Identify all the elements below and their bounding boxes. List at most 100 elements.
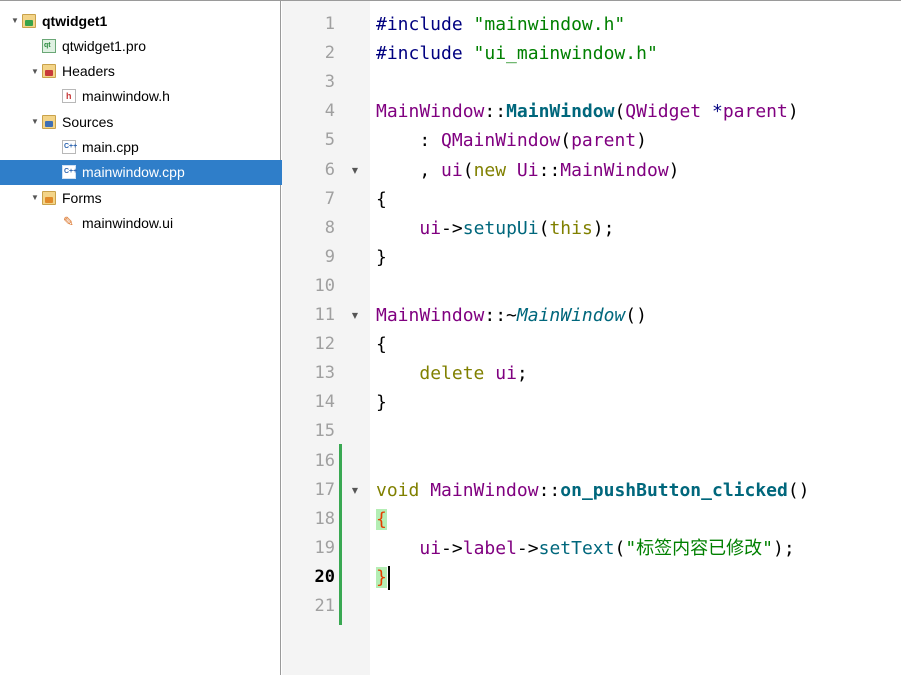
code-token: ; (516, 363, 528, 385)
line-number: 18 (314, 508, 335, 529)
code-line[interactable]: MainWindow::~MainWindow() (376, 301, 647, 330)
code-token: MainWindow (376, 101, 485, 123)
tree-item-qtwidget1-pro[interactable]: qt qtwidget1.pro (0, 33, 308, 58)
code-line[interactable]: ui->setupUi(this); (376, 214, 614, 243)
code-token: this (549, 217, 593, 239)
code-token: ) (668, 159, 680, 181)
line-number: 19 (314, 537, 335, 558)
line-number: 9 (324, 246, 335, 267)
code-line[interactable]: { (376, 185, 387, 214)
tree-item-label: qtwidget1 (42, 12, 108, 29)
code-token: setupUi (462, 217, 539, 239)
code-token: on_pushButton_clicked (560, 479, 788, 501)
expand-arrow-icon[interactable]: ▼ (28, 117, 42, 126)
code-line[interactable]: { (376, 505, 387, 534)
tree-item-headers[interactable]: ▼ Headers (0, 59, 308, 84)
tree-item-forms[interactable]: ▼ Forms (0, 185, 308, 210)
code-token: () (787, 479, 810, 501)
code-line[interactable]: : QMainWindow(parent) (376, 126, 647, 155)
code-token: ( (614, 101, 626, 123)
code-token: :: (538, 159, 561, 181)
code-token: parent (722, 101, 788, 123)
code-token: parent (571, 130, 637, 152)
code-token: ::~ (484, 305, 517, 326)
text-cursor (387, 565, 390, 590)
code-line[interactable]: , ui(new Ui::MainWindow) (376, 156, 680, 185)
tree-item-qtwidget1[interactable]: ▼ qtwidget1 (0, 8, 288, 33)
code-token: ) (636, 130, 647, 152)
code-line[interactable]: } (376, 388, 387, 417)
project-folder-icon (22, 13, 36, 28)
line-number: 11 (314, 305, 335, 325)
code-token: Ui (516, 159, 539, 181)
tree-item-mainwindow-ui[interactable]: ✎ mainwindow.ui (0, 210, 328, 235)
code-token: "ui_mainwindow.h" (473, 43, 658, 65)
expand-arrow-icon[interactable]: ▼ (28, 193, 42, 202)
code-token: MainWindow (560, 159, 669, 181)
code-line[interactable]: } (376, 563, 390, 592)
code-token: #include (376, 43, 474, 65)
tree-item-label: Forms (62, 189, 102, 206)
line-number: 14 (314, 392, 335, 413)
code-token: () (625, 305, 647, 326)
line-number: 21 (314, 596, 335, 616)
project-tree[interactable]: ▼ qtwidget1 qt qtwidget1.pro ▼ Headers h mainwi… (0, 0, 328, 675)
pro-file-icon: qt (42, 38, 56, 53)
code-token: MainWindow (376, 305, 485, 326)
code-line[interactable]: delete ui; (376, 359, 528, 388)
top-border (0, 0, 901, 1)
line-number: 6 (324, 159, 335, 180)
code-token: setText (538, 537, 615, 559)
tree-item-label: Headers (62, 63, 115, 80)
ui-file-icon: ✎ (62, 215, 76, 230)
code-token: -> (516, 537, 539, 559)
code-line[interactable]: MainWindow::MainWindow(QWidget *parent) (376, 97, 799, 126)
code-token: #include (376, 14, 474, 35)
code-token: MainWindow (430, 479, 539, 501)
forms-folder-icon (42, 190, 56, 205)
code-token: QMainWindow (441, 130, 561, 152)
code-line[interactable]: #include "mainwindow.h" (376, 10, 625, 39)
expand-arrow-icon[interactable]: ▼ (28, 67, 42, 76)
headers-folder-icon (42, 64, 56, 79)
tree-item-label: mainwindow.ui (82, 214, 174, 231)
code-token: } (376, 392, 387, 414)
code-token: ( (560, 130, 572, 152)
fold-arrow-icon[interactable]: ▼ (349, 301, 361, 330)
tree-item-main-cpp[interactable]: C++ main.cpp (0, 135, 328, 160)
code-token: ); (773, 537, 795, 559)
code-line[interactable]: #include "ui_mainwindow.h" (376, 39, 658, 68)
code-token: MainWindow (516, 305, 626, 326)
code-token: ) (787, 101, 799, 123)
code-token: void (376, 479, 420, 501)
code-token: delete (419, 363, 485, 385)
fold-arrow-icon[interactable]: ▼ (349, 476, 361, 505)
code-token: "标签内容已修改" (625, 537, 773, 559)
expand-arrow-icon[interactable]: ▼ (8, 16, 22, 25)
line-number: 8 (324, 217, 335, 238)
code-token: -> (441, 217, 463, 239)
line-number: 4 (324, 101, 335, 122)
tree-item-sources[interactable]: ▼ Sources (0, 109, 308, 134)
fold-arrow-icon[interactable]: ▼ (349, 156, 361, 185)
line-number: 10 (314, 275, 335, 296)
code-line[interactable]: ui->label->setText("标签内容已修改"); (376, 534, 795, 563)
line-number: 20 (314, 566, 335, 587)
code-token: ui (419, 217, 442, 239)
code-token: ui (495, 363, 517, 385)
code-line[interactable]: { (376, 330, 387, 359)
line-number: 2 (324, 43, 335, 64)
change-marker (339, 444, 342, 625)
tree-item-mainwindow-cpp[interactable]: C++ mainwindow.cpp (0, 159, 328, 185)
tree-item-mainwindow-h[interactable]: h mainwindow.h (0, 84, 328, 109)
code-line[interactable]: void MainWindow::on_pushButton_clicked() (376, 476, 810, 505)
code-line[interactable]: } (376, 243, 387, 272)
header-file-icon: h (62, 89, 76, 104)
code-token: ( (538, 217, 550, 239)
tree-item-label: mainwindow.cpp (82, 164, 185, 181)
